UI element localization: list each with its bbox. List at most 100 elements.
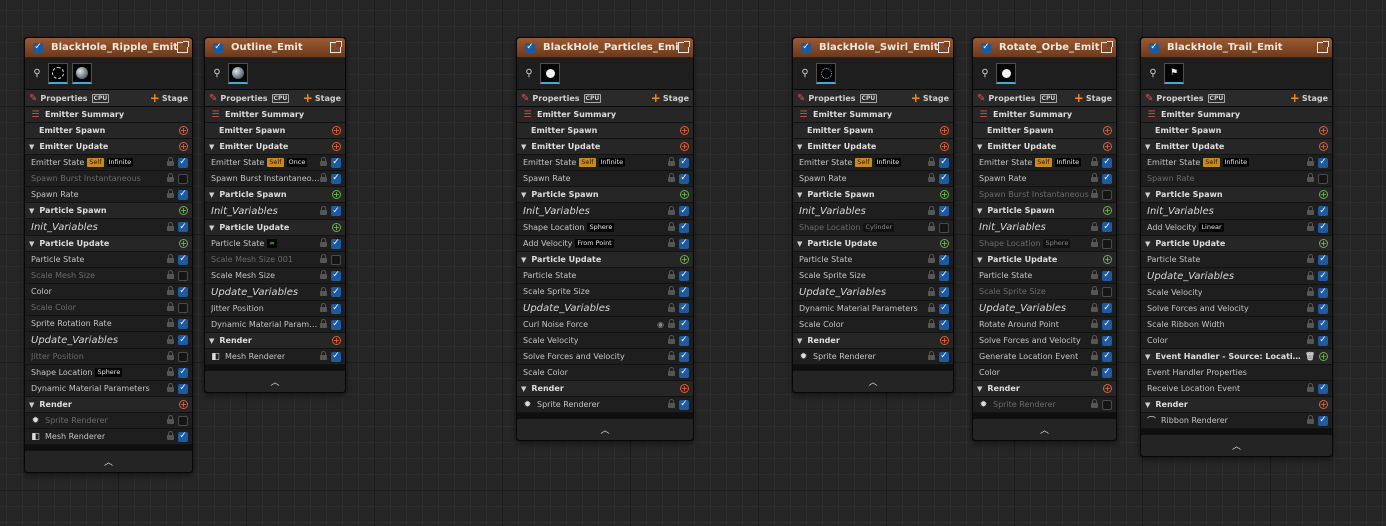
lock-icon[interactable] [167,367,174,376]
lock-icon[interactable] [928,254,935,263]
module-row[interactable]: Spawn Rate [973,171,1116,187]
lock-icon[interactable] [1307,287,1314,296]
module-enable-checkbox[interactable] [178,431,188,442]
lock-icon[interactable] [668,286,675,295]
lock-icon[interactable] [1307,319,1314,328]
add-module-icon[interactable]: + [940,190,949,199]
material-thumbnail[interactable] [72,63,92,84]
lock-icon[interactable] [668,319,675,328]
module-enable-checkbox[interactable] [178,335,188,345]
collapse-arrow-icon[interactable]: ▼ [1145,353,1150,361]
module-row[interactable]: Color [25,284,192,300]
collapse-arrow-icon[interactable]: ▼ [797,191,802,199]
lock-icon[interactable] [928,173,935,182]
module-enable-checkbox[interactable] [939,303,949,314]
lock-icon[interactable] [668,222,675,231]
module-enable-checkbox[interactable] [1102,286,1112,297]
collapse-arrow-icon[interactable]: ▼ [521,385,526,393]
emitter-enable-checkbox[interactable] [801,42,811,53]
emitter-enable-checkbox[interactable] [213,42,223,53]
module-enable-checkbox[interactable] [939,173,949,184]
stage-header[interactable]: ▼ Particle Spawn + [793,187,953,203]
module-row[interactable]: Particle State [25,252,192,268]
properties-bar[interactable]: ✎ Properties CPU + Stage [793,90,953,107]
lock-icon[interactable] [320,351,327,360]
module-enable-checkbox[interactable] [331,287,341,297]
module-enable-checkbox[interactable] [1318,222,1328,233]
lock-icon[interactable] [1307,383,1314,392]
lock-icon[interactable] [928,222,935,231]
module-row[interactable]: Scale Ribbon Width [1141,317,1332,333]
module-enable-checkbox[interactable] [178,415,188,426]
module-enable-checkbox[interactable] [939,319,949,330]
module-enable-checkbox[interactable] [1102,303,1112,313]
module-row[interactable]: Particle State [1141,252,1332,268]
module-enable-checkbox[interactable] [1318,206,1328,216]
module-enable-checkbox[interactable] [939,254,949,265]
lock-icon[interactable] [167,221,174,231]
module-enable-checkbox[interactable] [939,222,949,233]
module-enable-checkbox[interactable] [679,399,689,410]
module-enable-checkbox[interactable] [1102,335,1112,346]
lock-icon[interactable] [320,303,327,312]
emitter-header[interactable]: BlackHole_Particles_Emit [517,38,693,58]
module-row[interactable]: Spawn Burst Instantaneous [973,187,1116,203]
collapse-arrow-icon[interactable]: ▼ [29,207,34,215]
module-enable-checkbox[interactable] [1102,367,1112,378]
module-enable-checkbox[interactable] [1102,238,1112,249]
module-row[interactable]: Shape Location Sphere [517,220,693,236]
properties-bar[interactable]: ✎ Properties CPU + Stage [25,90,192,107]
module-row[interactable]: Init_Variables [517,203,693,220]
module-enable-checkbox[interactable] [331,270,341,281]
module-enable-checkbox[interactable] [679,335,689,346]
lock-icon[interactable] [167,318,174,327]
module-enable-checkbox[interactable] [1102,173,1112,184]
add-module-icon[interactable]: + [1319,142,1328,151]
module-row[interactable]: Emitter State Self Once [205,155,345,171]
lock-icon[interactable] [928,351,935,360]
module-row[interactable]: Receive Location Event [1141,381,1332,397]
add-module-icon[interactable]: + [332,223,341,232]
chevron-up-icon[interactable]: ︿ [1040,423,1049,436]
module-row[interactable]: ✹ Sprite Renderer [793,349,953,365]
open-external-icon[interactable] [330,41,342,53]
add-stage-button[interactable]: + Stage [303,91,341,105]
module-enable-checkbox[interactable] [1318,157,1328,168]
lock-icon[interactable] [1091,238,1098,247]
lock-icon[interactable] [668,367,675,376]
lock-icon[interactable] [167,302,174,311]
emitter-thumbnail[interactable]: ⚑ [1164,63,1184,84]
collapse-arrow-icon[interactable]: ▼ [977,207,982,215]
module-row[interactable]: Emitter State Self Infinite [1141,155,1332,171]
module-row[interactable]: Scale Color [517,365,693,381]
add-module-icon[interactable]: + [1103,206,1112,215]
add-module-icon[interactable]: + [940,336,949,345]
add-module-icon[interactable]: + [179,142,188,151]
stage-header[interactable]: Emitter Spawn + [25,123,192,139]
lock-icon[interactable] [1091,319,1098,328]
module-row[interactable]: ⌒ Ribbon Renderer [1141,413,1332,429]
stage-header[interactable]: ▼ Emitter Update + [205,139,345,155]
lock-icon[interactable] [1091,157,1098,166]
emitter-summary-row[interactable]: ☰ Emitter Summary [25,107,192,123]
emitter-enable-checkbox[interactable] [33,42,43,53]
stage-header[interactable]: ▼ Particle Update + [517,252,693,268]
properties-bar[interactable]: ✎ Properties CPU + Stage [973,90,1116,107]
module-row[interactable]: Scale Sprite Size [517,284,693,300]
emitter-node[interactable]: BlackHole_Ripple_Emit⚲✎PropertiesCPU+Sta… [24,37,193,473]
pin-icon[interactable]: ⚲ [1146,67,1160,81]
module-enable-checkbox[interactable] [679,206,689,216]
pin-icon[interactable]: ⚲ [210,67,224,81]
module-enable-checkbox[interactable] [178,383,188,394]
add-module-icon[interactable]: + [179,239,188,248]
module-row[interactable]: Init_Variables [1141,203,1332,220]
collapse-footer[interactable]: ︿ [973,418,1116,440]
lock-icon[interactable] [167,173,174,182]
add-module-icon[interactable]: + [1319,352,1328,361]
emitter-header[interactable]: Outline_Emit [205,38,345,58]
lock-icon[interactable] [1091,189,1098,198]
stage-header[interactable]: ▼ Particle Update + [205,220,345,236]
lock-icon[interactable] [167,383,174,392]
module-row[interactable]: Solve Forces and Velocity [517,349,693,365]
stage-header[interactable]: ▼ Render + [1141,397,1332,413]
